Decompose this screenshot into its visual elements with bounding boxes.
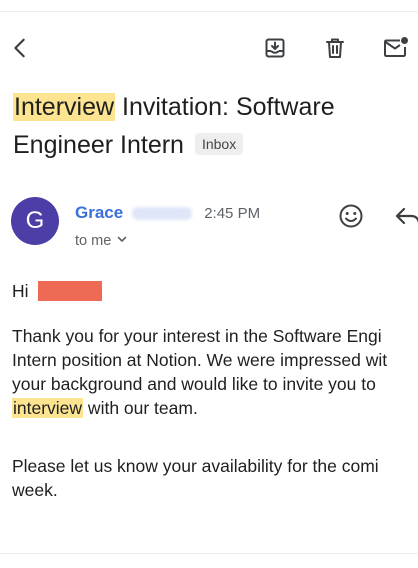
archive-button[interactable] [257, 28, 293, 68]
subject-highlight: Interview [13, 93, 116, 121]
chevron-down-icon [111, 233, 128, 249]
greeting-text: Hi [12, 281, 29, 301]
message-line-rest: with our team. [83, 398, 198, 418]
body-highlight: interview [12, 398, 84, 418]
recipient-details-toggle[interactable]: to me [75, 231, 128, 251]
archive-icon [263, 36, 287, 60]
sender-avatar[interactable]: G [11, 197, 59, 245]
subject-text-line2: Engineer Intern [13, 131, 184, 159]
message-paragraph-2: Please let us know your availability for… [12, 454, 418, 502]
message-paragraph-1: Thank you for your interest in the Softw… [12, 324, 418, 420]
message-line: your background and would like to invite… [12, 374, 376, 394]
mail-unread-icon [383, 36, 409, 60]
recipient-name-redacted [37, 281, 102, 301]
message-line: Please let us know your availability for… [12, 456, 379, 476]
message-line: interview with our team. [12, 396, 418, 420]
smiley-icon [338, 203, 364, 234]
recipient-label: to me [75, 233, 112, 249]
top-edge [0, 0, 418, 12]
arrow-back-icon [9, 37, 31, 59]
message-greeting: Hi [12, 279, 418, 303]
back-button[interactable] [2, 28, 38, 68]
reply-icon [394, 204, 418, 233]
subject-text-line1: Invitation: Software [115, 93, 335, 121]
email-timestamp: 2:45 PM [204, 204, 261, 222]
email-subject: Interview Invitation: Software Engineer … [13, 88, 413, 164]
top-toolbar [0, 28, 418, 68]
mark-unread-button[interactable] [378, 28, 414, 68]
sender-email-redacted [132, 206, 193, 220]
trash-icon [323, 36, 347, 60]
add-reaction-button[interactable] [333, 200, 369, 236]
reply-button[interactable] [390, 200, 418, 236]
inbox-label-chip[interactable]: Inbox [194, 133, 244, 155]
message-line: Thank you for your interest in the Softw… [12, 326, 382, 346]
sender-name[interactable]: Grace [75, 203, 123, 223]
delete-button[interactable] [317, 28, 353, 68]
bottom-divider [0, 553, 418, 554]
sender-line: Grace 2:45 PM [75, 202, 260, 224]
message-line: Intern position at Notion. We were impre… [12, 350, 388, 370]
message-line: week. [12, 480, 58, 500]
